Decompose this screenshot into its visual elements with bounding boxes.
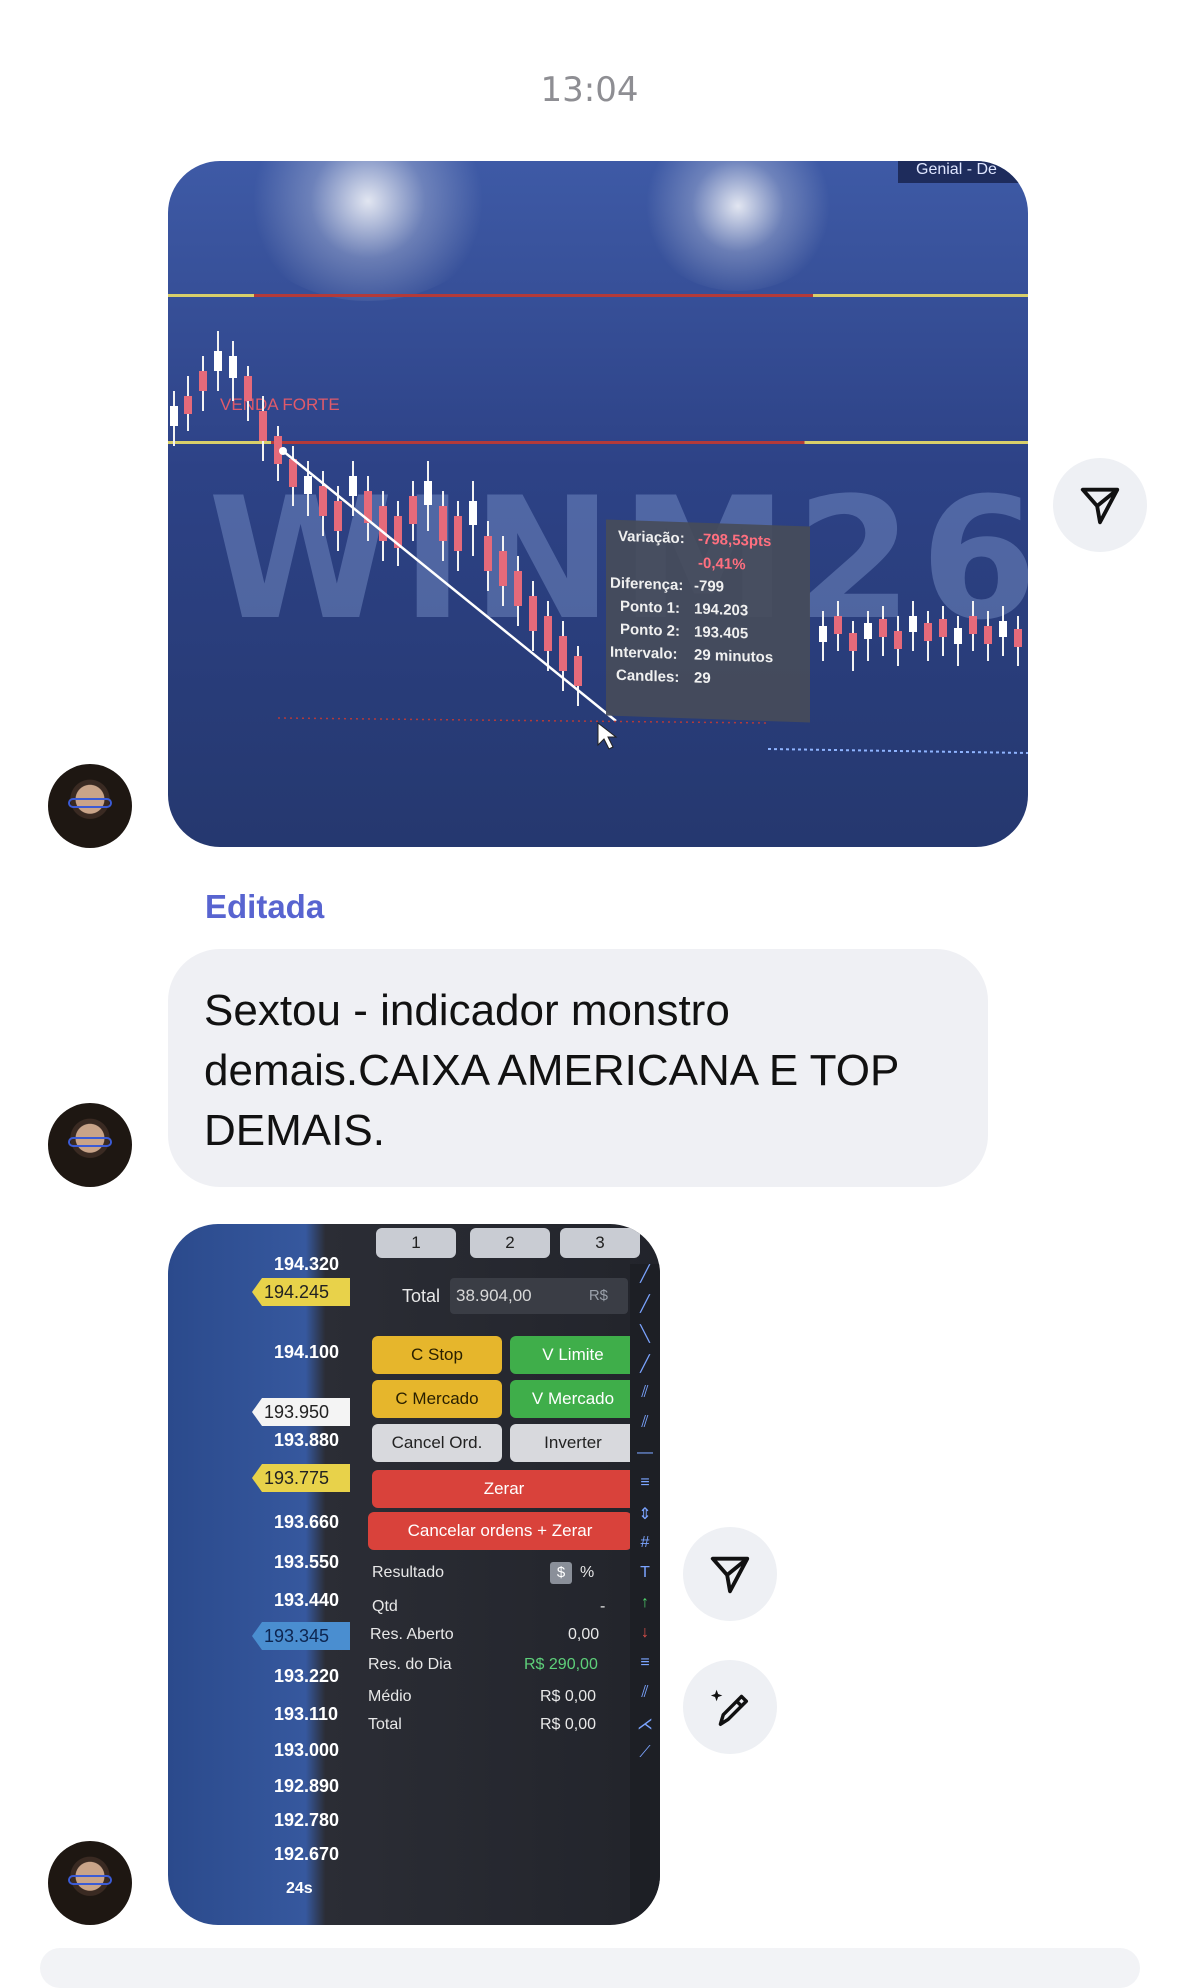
c-mercado-button[interactable]: C Mercado	[372, 1380, 502, 1418]
forward-button[interactable]	[683, 1527, 777, 1621]
total-field[interactable]: 38.904,00 R$	[450, 1278, 628, 1314]
v-mercado-button[interactable]: V Mercado	[510, 1380, 636, 1418]
forward-button[interactable]	[1053, 458, 1147, 552]
drawing-toolbar: ╱ ╱ ╲ ╱ ⫽ ⫽ — ≡ ⇕ # T ↑ ↓ ≡ ⫽ ⋌ ⟋	[630, 1264, 660, 1924]
currency-toggle[interactable]: $	[550, 1562, 572, 1584]
price-tag-blue: 193.345	[252, 1622, 350, 1650]
qtd-label: Qtd	[372, 1598, 398, 1615]
ponto2-label: Ponto 2:	[620, 620, 680, 641]
zerar-button[interactable]: Zerar	[372, 1470, 636, 1508]
qtd-value: -	[600, 1598, 606, 1615]
candle-timer: 24s	[286, 1880, 313, 1897]
medio-value: R$ 0,00	[540, 1688, 597, 1705]
arrow-down-icon[interactable]: ↓	[630, 1624, 660, 1654]
v-limite-button[interactable]: V Limite	[510, 1336, 636, 1374]
channel-icon[interactable]: ⫽	[630, 1414, 660, 1444]
price-level: 193.660	[274, 1512, 340, 1532]
total-row-value: R$ 0,00	[540, 1716, 597, 1733]
medio-label: Médio	[368, 1688, 412, 1705]
price-level: 193.440	[274, 1590, 340, 1610]
avatar[interactable]	[48, 764, 132, 848]
fan-icon[interactable]: ⋌	[630, 1714, 660, 1744]
message-timestamp: 13:04	[540, 70, 639, 110]
edit-sparkle-icon	[710, 1689, 749, 1726]
res-aberto-value: 0,00	[568, 1626, 600, 1643]
edited-label: Editada	[205, 888, 325, 925]
price-level: 192.890	[274, 1776, 340, 1796]
variacao-label: Variação:	[618, 527, 685, 548]
forward-icon	[710, 1556, 750, 1594]
tab-3[interactable]: 3	[560, 1228, 640, 1258]
inverter-button[interactable]: Inverter	[510, 1424, 636, 1462]
price-level: 193.000	[274, 1740, 340, 1760]
price-tag-white: 193.950	[252, 1398, 350, 1426]
price-tag-yellow: 193.775	[252, 1464, 350, 1492]
res-do-dia-label: Res. do Dia	[368, 1656, 452, 1673]
variacao-value: -798,53pts	[698, 530, 772, 551]
variacao-pct: -0,41%	[698, 554, 746, 574]
price-level: 193.110	[274, 1704, 339, 1724]
c-stop-button[interactable]: C Stop	[372, 1336, 502, 1374]
tab-1[interactable]: 1	[376, 1228, 456, 1258]
chart-photo[interactable]: Genial - De WINM26 1 VENDA FORTE	[168, 161, 1028, 847]
avatar[interactable]	[48, 1841, 132, 1925]
fibonacci-icon[interactable]: ⫽	[630, 1684, 660, 1714]
order-panel-photo[interactable]: 194.320 194.245 194.100 193.950 193.880 …	[168, 1224, 660, 1925]
cancel-ord-button[interactable]: Cancel Ord.	[372, 1424, 502, 1462]
candles-value: 29	[694, 669, 711, 688]
intervalo-value: 29 minutos	[694, 646, 774, 667]
ponto2-value: 193.405	[694, 623, 749, 643]
channel-icon[interactable]: ⫽	[630, 1384, 660, 1414]
lines-icon[interactable]: ≡	[630, 1654, 660, 1684]
currency-label: R$	[588, 1287, 608, 1304]
res-aberto-label: Res. Aberto	[370, 1626, 454, 1643]
cancelar-zerar-button[interactable]: Cancelar ordens + Zerar	[368, 1512, 632, 1550]
diferenca-label: Diferença:	[610, 574, 684, 595]
intervalo-label: Intervalo:	[610, 643, 678, 663]
tab-2[interactable]: 2	[470, 1228, 550, 1258]
price-level: 192.670	[274, 1844, 340, 1864]
edit-button[interactable]	[683, 1660, 777, 1754]
percent-toggle[interactable]: %	[580, 1564, 594, 1582]
fibonacci-icon[interactable]: ⟋	[630, 1744, 660, 1774]
measure-tooltip: Variação: -798,53pts -0,41% Diferença: -…	[606, 519, 810, 723]
price-level: 193.220	[274, 1666, 340, 1686]
message-text: Sextou - indicador monstro demais.CAIXA …	[204, 986, 899, 1155]
text-icon[interactable]: T	[630, 1564, 660, 1594]
horizontal-line-icon[interactable]: —	[630, 1444, 660, 1474]
range-icon[interactable]: ⇕	[630, 1504, 660, 1534]
price-level: 192.780	[274, 1810, 340, 1830]
trend-line-icon[interactable]: ╱	[630, 1354, 660, 1384]
total-label: Total	[402, 1286, 441, 1306]
price-tag-yellow: 194.245	[252, 1278, 350, 1306]
price-level: 193.550	[274, 1552, 340, 1572]
ponto1-value: 194.203	[694, 600, 749, 620]
trend-line-icon[interactable]: ╱	[630, 1264, 660, 1294]
price-level: 194.100	[274, 1342, 340, 1362]
diferenca-value: -799	[694, 577, 725, 596]
ponto1-label: Ponto 1:	[620, 597, 680, 618]
grid-icon[interactable]: #	[630, 1534, 660, 1564]
arrow-up-icon[interactable]: ↑	[630, 1594, 660, 1624]
candles-label: Candles:	[616, 666, 680, 686]
price-level: 193.880	[274, 1430, 340, 1450]
forward-icon	[1080, 487, 1120, 525]
total-value: 38.904,00	[456, 1286, 532, 1305]
price-level: 194.320	[274, 1254, 340, 1274]
total-row-label: Total	[368, 1716, 402, 1733]
candlestick-area	[170, 331, 1028, 754]
res-do-dia-value: R$ 290,00	[524, 1656, 598, 1673]
lines-icon[interactable]: ≡	[630, 1474, 660, 1504]
trend-line-icon[interactable]: ╱	[630, 1294, 660, 1324]
message-bubble[interactable]: Sextou - indicador monstro demais.CAIXA …	[168, 949, 988, 1187]
avatar[interactable]	[48, 1103, 132, 1187]
next-bubble-edge	[40, 1948, 1140, 1988]
resultado-label: Resultado	[372, 1564, 445, 1581]
trend-line-icon[interactable]: ╲	[630, 1324, 660, 1354]
